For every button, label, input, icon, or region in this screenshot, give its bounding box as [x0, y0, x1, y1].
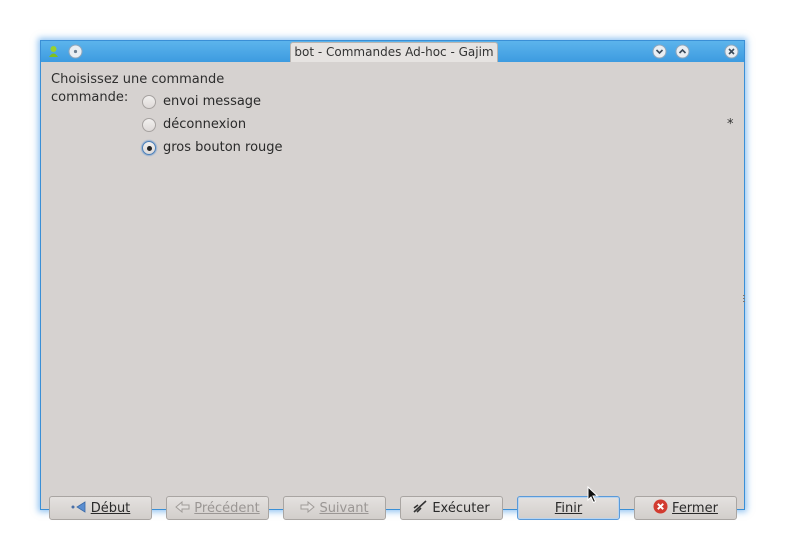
window-title: bot - Commandes Ad-hoc - Gajim: [290, 42, 498, 62]
previous-button[interactable]: Précédent: [166, 496, 269, 520]
radio-selected-dot: [147, 146, 152, 151]
adhoc-commands-window: bot - Commandes Ad-hoc - Gajim Choisisse…: [40, 40, 746, 520]
form-area: Choisissez une commande commande: envoi …: [41, 62, 746, 520]
first-button[interactable]: Début: [49, 496, 152, 520]
execute-icon: [413, 500, 428, 516]
first-button-label: Début: [90, 500, 131, 516]
finish-button[interactable]: Finir: [517, 496, 620, 520]
resize-grip-icon[interactable]: [743, 293, 746, 303]
form-instructions: Choisissez une commande: [51, 72, 225, 87]
mouse-cursor-icon: [587, 485, 599, 504]
radio-option-envoi-message[interactable]: envoi message: [142, 94, 342, 113]
execute-button-label: Exécuter: [432, 500, 490, 516]
required-marker: *: [727, 117, 734, 132]
next-button-label: Suivant: [319, 500, 369, 516]
go-forward-icon: [300, 500, 316, 516]
radio-option-label: gros bouton rouge: [163, 140, 283, 155]
radio-option-label: envoi message: [163, 94, 262, 109]
minimize-icon[interactable]: [652, 44, 667, 59]
radio-button-selected[interactable]: [142, 141, 156, 155]
finish-button-label: Finir: [554, 500, 583, 516]
command-field-label: commande:: [51, 90, 129, 105]
next-button[interactable]: Suivant: [283, 496, 386, 520]
go-back-icon: [175, 500, 190, 516]
radio-button[interactable]: [142, 118, 156, 132]
window-titlebar[interactable]: bot - Commandes Ad-hoc - Gajim: [41, 41, 744, 62]
radio-option-label: déconnexion: [163, 117, 247, 132]
close-icon: [653, 499, 668, 517]
gajim-app-icon[interactable]: [46, 44, 61, 59]
radio-option-deconnexion[interactable]: déconnexion: [142, 117, 342, 136]
radio-option-gros-bouton-rouge[interactable]: gros bouton rouge: [142, 140, 342, 159]
close-button[interactable]: Fermer: [634, 496, 737, 520]
close-button-label: Fermer: [672, 500, 718, 516]
radio-button[interactable]: [142, 95, 156, 109]
maximize-icon[interactable]: [675, 44, 690, 59]
close-window-icon[interactable]: [724, 44, 739, 59]
execute-button[interactable]: Exécuter: [400, 496, 503, 520]
on-all-desktops-icon[interactable]: [68, 44, 83, 59]
go-first-icon: [71, 500, 87, 516]
previous-button-label: Précédent: [194, 500, 260, 516]
